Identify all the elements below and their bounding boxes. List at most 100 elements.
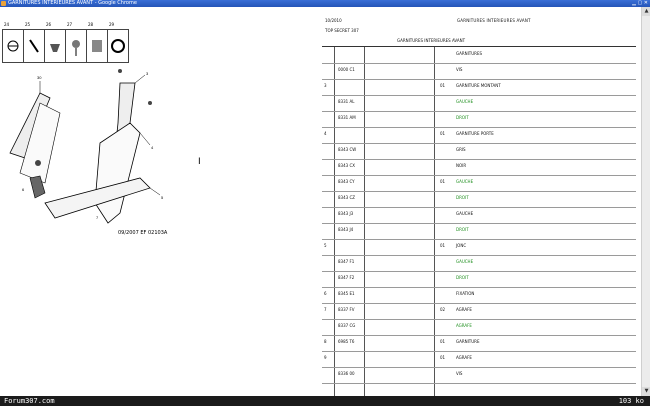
parts-table: GARNITURES 0000 C1 VIS 3 01 GARNITURE MONTANT…: [322, 47, 636, 396]
part-text: AGRAFE: [456, 323, 472, 328]
parts-list: 10/2010 TOP SECRET 307 GARNITURES INTERI…: [322, 16, 636, 396]
part-code[interactable]: 0000 C1: [338, 67, 355, 72]
part-num: 8: [324, 339, 327, 344]
row-divider: [322, 63, 636, 64]
row-divider: [322, 335, 636, 336]
part-code[interactable]: 8336 00: [338, 371, 355, 376]
row-divider: [322, 175, 636, 176]
part-text: DROIT: [456, 115, 469, 120]
part-code[interactable]: 8347 F2: [338, 275, 354, 280]
part-code[interactable]: 8331 AL: [338, 99, 354, 104]
column-divider: [334, 47, 335, 396]
thumbnail-number: 26: [46, 22, 52, 27]
part-text: VIS: [456, 371, 463, 376]
part-code[interactable]: 8345 E1: [338, 291, 355, 296]
part-qty: 01: [440, 179, 446, 184]
part-text: AGRAFE: [456, 355, 472, 360]
row-divider: [322, 95, 636, 96]
part-text: GAUCHE: [456, 211, 474, 216]
part-code[interactable]: 8331 AM: [338, 115, 356, 120]
status-site: Forum307.com: [4, 397, 55, 405]
part-code[interactable]: 8343 J3: [338, 211, 353, 216]
doc-reference: 10/2010: [325, 18, 342, 23]
part-code[interactable]: 8343 CX: [338, 163, 355, 168]
part-text: DROIT: [456, 275, 469, 280]
part-code[interactable]: 8343 CW: [338, 147, 356, 152]
row-divider: [322, 79, 636, 80]
callout: 4: [151, 145, 154, 150]
part-text: DROIT: [456, 227, 469, 232]
thumbnail-number: 28: [88, 22, 94, 27]
page-content: 24 25 26 27 28 29 30 3 4 5 6 7 09/2007 E…: [0, 7, 650, 396]
row-divider: [322, 367, 636, 368]
part-num: 5: [324, 243, 327, 248]
thumbnail-number: 24: [4, 22, 10, 27]
part-code[interactable]: 8337 CG: [338, 323, 355, 328]
plug-icon: [72, 40, 80, 56]
part-text: DROIT: [456, 195, 469, 200]
part-code[interactable]: 8343 CY: [338, 179, 355, 184]
part-text: GARNITURE MONTANT: [456, 83, 501, 88]
diagram-pane: 24 25 26 27 28 29 30 3 4 5 6 7 09/2007 E…: [0, 7, 322, 396]
thumbnail[interactable]: 26: [44, 22, 66, 63]
status-size: 103 ko: [618, 397, 644, 405]
row-divider: [322, 111, 636, 112]
column-divider: [364, 47, 365, 396]
doc-title: GARNITURES INTERIEURES AVANT: [457, 18, 531, 23]
row-divider: [322, 239, 636, 240]
doc-model: TOP SECRET 307: [325, 28, 359, 33]
part-qty: 01: [440, 339, 446, 344]
part-text: GARNITURE: [456, 339, 480, 344]
part-num: 9: [324, 355, 327, 360]
status-bar: Forum307.com 103 ko: [0, 396, 650, 406]
row-divider: [322, 127, 636, 128]
screw-icon: [29, 39, 39, 53]
part-qty: 01: [440, 131, 446, 136]
part-text: GAUCHE: [456, 99, 474, 104]
part-text: NOIR: [456, 163, 467, 168]
thumbnail[interactable]: 25: [23, 22, 45, 63]
row-divider: [322, 303, 636, 304]
row-divider: [322, 319, 636, 320]
thumbnail[interactable]: 24: [2, 22, 24, 63]
part-code[interactable]: 8343 J4: [338, 227, 353, 232]
row-divider: [322, 207, 636, 208]
grommet-icon: [111, 39, 125, 53]
part-num: 7: [324, 307, 327, 312]
part-code[interactable]: 8343 CZ: [338, 195, 355, 200]
scroll-down-icon[interactable]: ▼: [642, 387, 650, 396]
column-divider: [434, 47, 435, 396]
diagram-reference: 09/2007 EF 02103A: [118, 230, 168, 236]
thumbnail[interactable]: 27: [65, 22, 87, 63]
scroll-up-icon[interactable]: ▲: [642, 7, 650, 16]
part-text: GRIS: [456, 147, 466, 152]
part-text: AGRAFE: [456, 307, 472, 312]
callout: 30: [37, 75, 42, 80]
part-code[interactable]: 8337 FV: [338, 307, 355, 312]
window-titlebar: GARNITURES INTERIEURES AVANT - Google Ch…: [0, 0, 650, 7]
window-title: GARNITURES INTERIEURES AVANT - Google Ch…: [8, 0, 137, 6]
mouse-cursor-icon: I: [198, 157, 201, 167]
row-divider: [322, 223, 636, 224]
doc-subtitle: GARNITURES INTERIEURES AVANT: [397, 38, 466, 43]
part-code[interactable]: 6985 T6: [338, 339, 354, 344]
row-divider: [322, 191, 636, 192]
part-qty: 01: [440, 243, 446, 248]
callout: 5: [161, 195, 164, 200]
part-text: GAUCHE: [456, 259, 474, 264]
part-text: GARNITURE PORTE: [456, 131, 494, 136]
part-code[interactable]: 8347 F1: [338, 259, 354, 264]
part-qty: 02: [440, 307, 446, 312]
vertical-scrollbar[interactable]: ▲ ▼: [641, 7, 650, 396]
row-divider: [322, 383, 636, 384]
fastener-icon: [50, 44, 60, 52]
thumbnail[interactable]: 29: [107, 22, 129, 63]
row-divider: [322, 271, 636, 272]
row-divider: [322, 143, 636, 144]
row-divider: [322, 351, 636, 352]
part-text: JONC: [456, 243, 467, 248]
window-controls[interactable]: ▁ ▢ ✕: [632, 0, 648, 7]
thumbnail-number: 27: [67, 22, 73, 27]
thumbnail[interactable]: 28: [86, 22, 108, 63]
callout: 7: [96, 215, 99, 220]
